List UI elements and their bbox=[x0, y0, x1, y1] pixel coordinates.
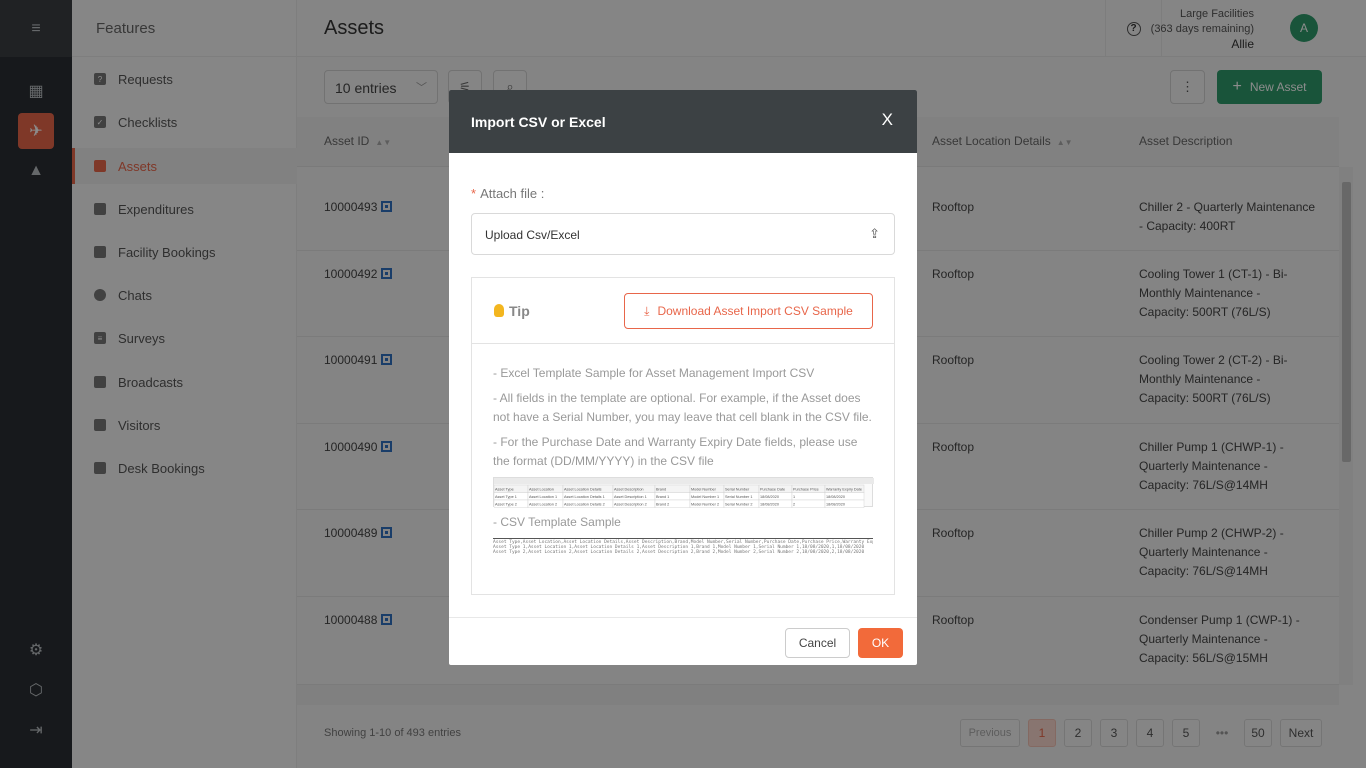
close-icon[interactable]: X bbox=[882, 110, 893, 130]
excel-sample-cell-text: Warranty Expiry Date bbox=[826, 488, 862, 492]
modal-footer: Cancel OK bbox=[449, 617, 917, 665]
download-button-label: Download Asset Import CSV Sample bbox=[657, 304, 853, 318]
attach-file-label: * Attach file : bbox=[471, 186, 544, 201]
excel-sample-cell-text: 2 bbox=[793, 503, 795, 507]
excel-sample-cell-text: Brand bbox=[656, 488, 666, 492]
required-marker: * bbox=[471, 186, 477, 201]
excel-sample-cell-text: Model Number 1 bbox=[691, 495, 719, 499]
excel-sample-cell-text: Asset Type 1 bbox=[495, 495, 517, 499]
modal-header: Import CSV or Excel X bbox=[449, 90, 917, 153]
excel-sample-cell-text: Asset Description 1 bbox=[614, 495, 647, 499]
excel-sample-cell-text: Model Number 2 bbox=[691, 503, 719, 507]
tip-label-text: Tip bbox=[509, 303, 530, 319]
upload-placeholder: Upload Csv/Excel bbox=[485, 228, 580, 242]
excel-sample-cell-text: Serial Number 1 bbox=[725, 495, 752, 499]
tip-body: - Excel Template Sample for Asset Manage… bbox=[493, 364, 875, 555]
import-csv-modal: Import CSV or Excel X * Attach file : Upl… bbox=[449, 90, 917, 665]
excel-sample-cell-text: 18/08/2020 bbox=[760, 495, 779, 499]
tip-header: Tip ⤓ Download Asset Import CSV Sample bbox=[472, 278, 894, 344]
upload-file-input[interactable]: Upload Csv/Excel ⇪ bbox=[471, 213, 895, 255]
excel-sample-cell bbox=[791, 499, 826, 508]
csv-sample-line: Asset Type 2,Asset Location 2,Asset Loca… bbox=[493, 550, 865, 555]
excel-sample-cell-text: Asset Location Details bbox=[564, 488, 602, 492]
excel-sample-cell-text: 18/08/2020 bbox=[760, 503, 779, 507]
excel-sample-cell-text: Asset Location bbox=[529, 488, 554, 492]
excel-sample-cell-text: Asset Description 2 bbox=[614, 503, 647, 507]
attach-label-text: Attach file : bbox=[480, 186, 545, 201]
excel-sample-cell-text: Brand 1 bbox=[656, 495, 669, 499]
excel-sample-grid: Asset Type Asset Location Asset Location D… bbox=[494, 478, 874, 508]
tip-text: - All fields in the template are optiona… bbox=[493, 391, 872, 424]
modal-title: Import CSV or Excel bbox=[471, 114, 606, 130]
excel-sample-cell-text: Purchase Date bbox=[760, 488, 785, 492]
excel-sample-cell-text: Serial Number bbox=[725, 488, 750, 492]
excel-sample-cell-text: Asset Description bbox=[614, 488, 644, 492]
download-sample-button[interactable]: ⤓ Download Asset Import CSV Sample bbox=[624, 293, 873, 329]
excel-sample-cell-text: Asset Location Details 2 bbox=[564, 503, 605, 507]
excel-sample-cell-text: 1 bbox=[793, 495, 795, 499]
excel-sample-image: Asset Type Asset Location Asset Location D… bbox=[493, 477, 874, 508]
tip-text: - Excel Template Sample for Asset Manage… bbox=[493, 366, 815, 380]
excel-sample-cell-text: Brand 2 bbox=[656, 503, 669, 507]
excel-sample-cell-text: Asset Type 2 bbox=[495, 503, 517, 507]
ok-button[interactable]: OK bbox=[858, 628, 903, 658]
tip-label: Tip bbox=[494, 303, 530, 319]
excel-sample-cell-text: 18/08/2020 bbox=[826, 495, 845, 499]
excel-sample-cell-text: Purchase Price bbox=[793, 488, 819, 492]
excel-sample-cell-text: Asset Location 2 bbox=[529, 503, 557, 507]
csv-sample-image: Asset Type,Asset Location,Asset Location… bbox=[493, 538, 873, 555]
download-icon: ⤓ bbox=[644, 303, 650, 318]
upload-icon: ⇪ bbox=[869, 226, 880, 241]
excel-column-header-bar bbox=[494, 478, 874, 484]
excel-sample-cell-text: Asset Location Details 1 bbox=[564, 495, 605, 499]
csv-sample-title: - CSV Template Sample bbox=[493, 515, 621, 529]
tip-box: Tip ⤓ Download Asset Import CSV Sample - … bbox=[471, 277, 895, 595]
lightbulb-icon bbox=[494, 304, 504, 317]
excel-sample-cell-text: Model Number bbox=[691, 488, 717, 492]
cancel-button[interactable]: Cancel bbox=[785, 628, 850, 658]
excel-sample-cell-text: Asset Type bbox=[495, 488, 514, 492]
excel-sample-cell bbox=[791, 492, 826, 501]
tip-text: - For the Purchase Date and Warranty Exp… bbox=[493, 435, 858, 468]
excel-sample-cell-text: Asset Location 1 bbox=[529, 495, 557, 499]
excel-sample-cell-text: 18/08/2020 bbox=[826, 503, 845, 507]
excel-sample-cell-text: Serial Number 2 bbox=[725, 503, 752, 507]
